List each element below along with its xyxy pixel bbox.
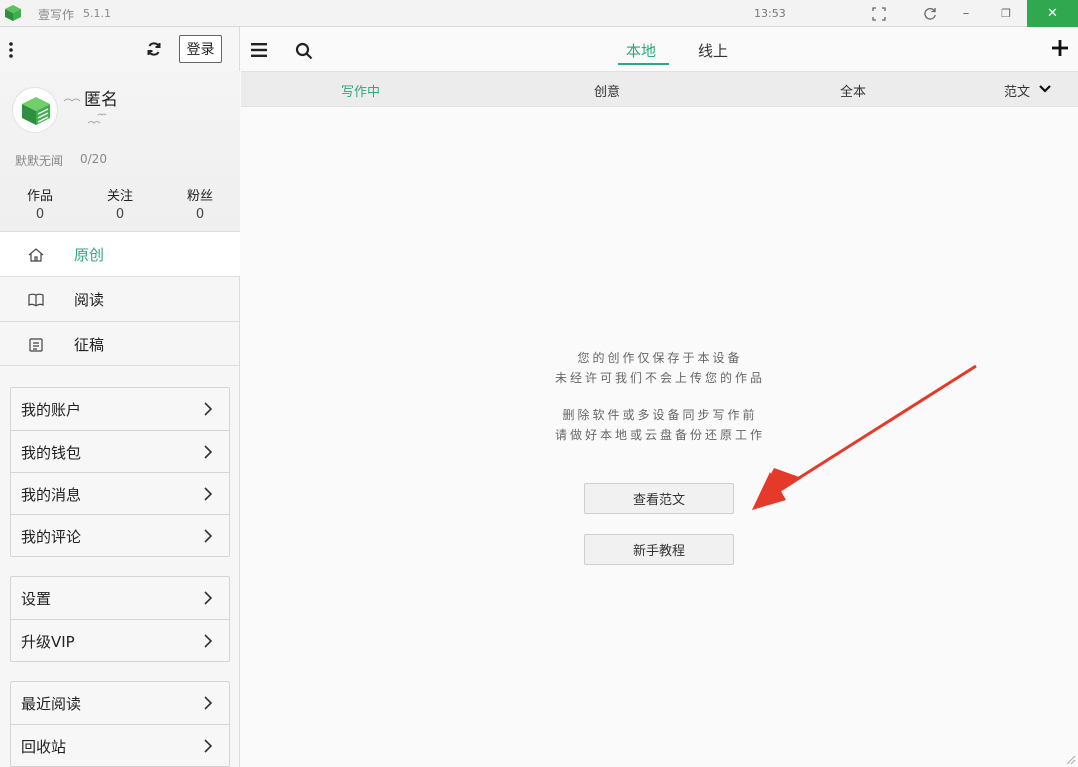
app-title: 壹写作 (38, 8, 75, 22)
subtab-writing[interactable]: 写作中 (341, 81, 380, 100)
tab-underline (618, 63, 669, 65)
menu-group-history: 最近阅读 回收站 (10, 681, 230, 767)
more-vertical-icon[interactable] (8, 41, 14, 59)
subtab-ideas[interactable]: 创意 (594, 81, 620, 100)
stat-value: 0 (115, 207, 125, 222)
chevron-right-icon (204, 487, 213, 501)
stat-label: 粉丝 (186, 189, 213, 204)
resize-grip-icon[interactable] (1064, 753, 1076, 765)
avatar[interactable] (12, 87, 58, 133)
clock: 13:53 (754, 7, 786, 20)
menu-item-upgrade-vip[interactable]: 升级VIP (11, 619, 229, 661)
menu-item-label: 我的钱包 (21, 444, 82, 462)
signature-count: 0/20 (80, 152, 107, 166)
close-icon: ✕ (1047, 6, 1058, 21)
chevron-right-icon (204, 634, 213, 648)
tab-online[interactable]: 线上 (698, 40, 728, 61)
menu-item-label: 最近阅读 (21, 695, 82, 713)
chevron-down-icon[interactable] (1039, 84, 1051, 94)
main-toolbar: 本地 线上 (241, 27, 1078, 72)
menu-item-messages[interactable]: 我的消息 (11, 472, 229, 514)
close-button[interactable]: ✕ (1027, 0, 1078, 27)
stat-works[interactable]: 作品 0 (10, 185, 70, 222)
fullscreen-icon (872, 6, 886, 21)
nav-label: 原创 (74, 246, 105, 264)
tutorial-button[interactable]: 新手教程 (584, 534, 734, 565)
search-icon[interactable] (295, 42, 313, 60)
home-icon (28, 248, 44, 262)
book-icon (28, 293, 44, 307)
view-samples-button[interactable]: 查看范文 (584, 483, 734, 514)
nav-original[interactable]: 原创 (0, 231, 240, 276)
menu-item-label: 升级VIP (21, 633, 75, 651)
menu-item-label: 我的账户 (21, 401, 82, 419)
menu-item-wallet[interactable]: 我的钱包 (11, 430, 229, 472)
subtab-bar: 写作中 创意 全本 范文 (241, 72, 1078, 107)
menu-item-recent-reading[interactable]: 最近阅读 (11, 682, 229, 724)
chevron-right-icon (204, 591, 213, 605)
stat-value: 0 (35, 207, 45, 222)
subtab-samples[interactable]: 范文 (1004, 81, 1030, 100)
sidebar-header: 登录 (0, 27, 240, 71)
nav-label: 阅读 (74, 291, 105, 309)
menu-item-label: 我的消息 (21, 486, 82, 504)
menu-item-label: 回收站 (21, 738, 67, 756)
sidebar: 登录 匿名 默默无闻 0/20 作品 0 关注 0 粉丝 0 原创 阅读 征稿 … (0, 27, 240, 767)
menu-item-label: 设置 (21, 590, 52, 608)
stat-following[interactable]: 关注 0 (90, 185, 150, 222)
stat-followers[interactable]: 粉丝 0 (170, 185, 230, 222)
stat-value: 0 (195, 207, 205, 222)
profile-card: 匿名 默默无闻 0/20 作品 0 关注 0 粉丝 0 (0, 71, 240, 231)
menu-item-label: 我的评论 (21, 528, 82, 546)
subtab-complete[interactable]: 全本 (840, 81, 866, 100)
plus-icon[interactable] (1052, 40, 1068, 56)
chevron-right-icon (204, 445, 213, 459)
minimize-icon: – (962, 6, 970, 21)
rotate-icon (924, 7, 936, 20)
chevron-right-icon (204, 402, 213, 416)
chevron-right-icon (204, 739, 213, 753)
fullscreen-button[interactable] (855, 0, 903, 27)
menu-group-account: 我的账户 我的钱包 我的消息 我的评论 (10, 387, 230, 557)
nav-read[interactable]: 阅读 (0, 276, 240, 321)
app-logo-icon (5, 5, 21, 21)
menu-item-settings[interactable]: 设置 (11, 577, 229, 619)
menu-icon[interactable] (251, 43, 267, 57)
title-bar: 壹写作 5.1.1 13:53 – ❐ ✕ (0, 0, 1078, 27)
nav-label: 征稿 (74, 336, 105, 354)
menu-item-recycle-bin[interactable]: 回收站 (11, 724, 229, 766)
restore-icon: ❐ (1001, 7, 1011, 20)
red-arrow-annotation-icon (752, 364, 977, 510)
chevron-right-icon (204, 696, 213, 710)
menu-item-account[interactable]: 我的账户 (11, 388, 229, 430)
login-button[interactable]: 登录 (179, 35, 222, 63)
nav-submission[interactable]: 征稿 (0, 321, 240, 366)
refresh-icon[interactable] (146, 41, 162, 57)
menu-group-settings: 设置 升级VIP (10, 576, 230, 662)
chevron-right-icon (204, 529, 213, 543)
stat-label: 关注 (106, 189, 133, 204)
document-icon (29, 338, 43, 352)
tab-local[interactable]: 本地 (626, 40, 656, 61)
avatar-books-icon (22, 97, 50, 125)
stat-label: 作品 (26, 189, 53, 204)
restore-button[interactable]: ❐ (982, 0, 1030, 27)
menu-item-comments[interactable]: 我的评论 (11, 514, 229, 556)
app-version: 5.1.1 (83, 7, 111, 20)
signature[interactable]: 默默无闻 (15, 152, 63, 169)
username: 匿名 (84, 90, 118, 110)
